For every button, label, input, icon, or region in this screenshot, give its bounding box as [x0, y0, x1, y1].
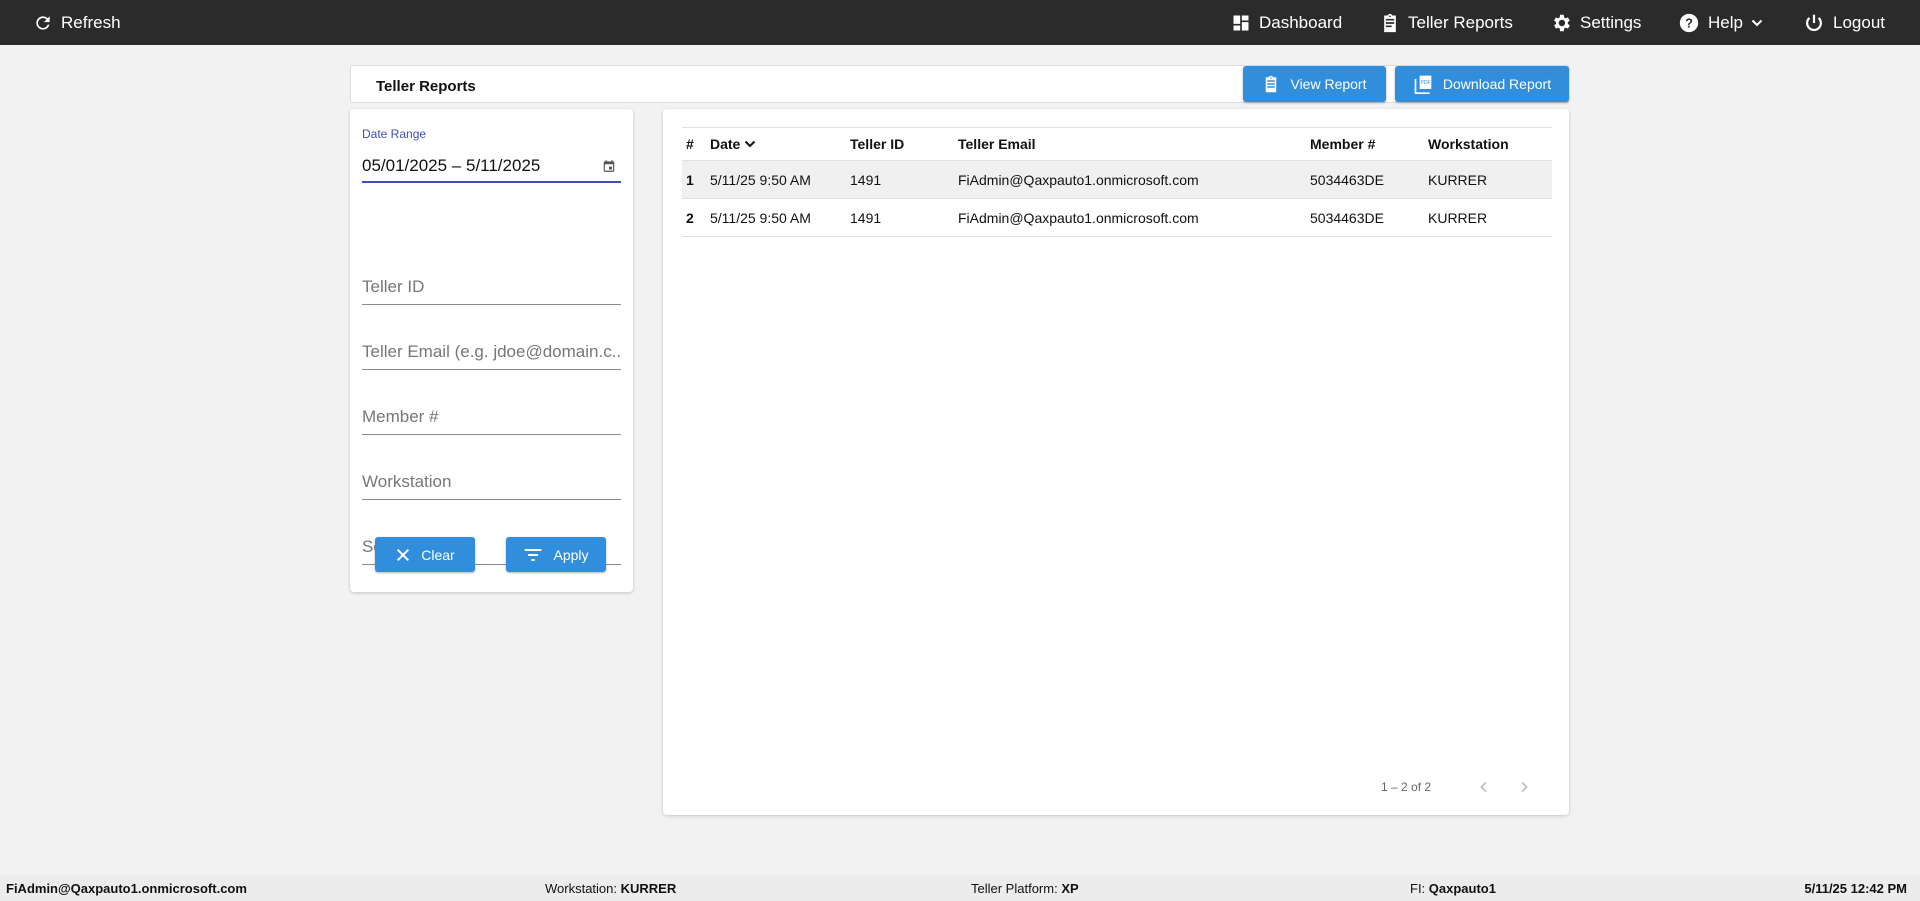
- footer-workstation-value: KURRER: [620, 881, 677, 896]
- date-range-field[interactable]: 05/01/2025 – 5/11/2025: [362, 145, 621, 183]
- col-date-label: Date: [710, 136, 741, 152]
- clipboard-icon: [1266, 75, 1277, 93]
- button-label: View Report: [1290, 76, 1367, 92]
- footer-fi-value: Qaxpauto1: [1428, 881, 1496, 896]
- button-label: Clear: [421, 546, 455, 563]
- nav-label: Logout: [1833, 12, 1885, 32]
- help-icon: ?: [1679, 13, 1699, 32]
- view-report-button[interactable]: View Report: [1243, 66, 1386, 102]
- col-index: #: [682, 127, 706, 161]
- cell-teller-email: FiAdmin@Qaxpauto1.onmicrosoft.com: [954, 198, 1306, 237]
- col-teller-email[interactable]: Teller Email: [954, 127, 1306, 161]
- previous-page-icon[interactable]: [1476, 779, 1492, 795]
- close-icon: [397, 548, 410, 561]
- table-header: # Date Teller ID Teller Email Member # W…: [682, 127, 1552, 161]
- nav-logout[interactable]: Logout: [1803, 0, 1885, 45]
- footer-platform: Teller Platform: XP: [971, 881, 1079, 896]
- cell-member: 5034463DE: [1306, 198, 1424, 237]
- workstation-input[interactable]: [362, 466, 621, 492]
- table-row[interactable]: 2 5/11/25 9:50 AM 1491 FiAdmin@Qaxpauto1.on…: [682, 198, 1552, 237]
- cell-date: 5/11/25 9:50 AM: [706, 160, 846, 199]
- footer-workstation: Workstation: KURRER: [545, 881, 676, 896]
- nav-dashboard[interactable]: Dashboard: [1231, 0, 1342, 45]
- teller-id-field[interactable]: [362, 271, 621, 305]
- pagination-range: 1 – 2 of 2: [1381, 780, 1432, 794]
- cell-teller-email: FiAdmin@Qaxpauto1.onmicrosoft.com: [954, 160, 1306, 199]
- nav-teller-reports[interactable]: Teller Reports: [1380, 0, 1513, 45]
- refresh-icon: [36, 15, 50, 30]
- footer-user: FiAdmin@Qaxpauto1.onmicrosoft.com: [6, 881, 247, 896]
- clear-button[interactable]: Clear: [375, 537, 475, 572]
- button-label: Download Report: [1442, 76, 1552, 92]
- cell-date: 5/11/25 9:50 AM: [706, 198, 846, 237]
- refresh-button[interactable]: Refresh: [33, 0, 121, 45]
- cell-teller-id: 1491: [846, 160, 954, 199]
- results-panel: # Date Teller ID Teller Email Member # W…: [663, 109, 1569, 815]
- footer-platform-label: Teller Platform:: [971, 881, 1062, 896]
- gear-icon: [1554, 14, 1570, 31]
- results-table: # Date Teller ID Teller Email Member # W…: [682, 127, 1552, 237]
- chevron-down-icon: [1751, 19, 1763, 26]
- dashboard-icon: [1233, 15, 1249, 30]
- filter-icon: [525, 548, 542, 561]
- nav-label: Teller Reports: [1408, 12, 1513, 32]
- cell-teller-id: 1491: [846, 198, 954, 237]
- button-label: Apply: [553, 546, 589, 563]
- filter-panel: Date Range 05/01/2025 – 5/11/2025 Clear …: [350, 109, 633, 592]
- workstation-field[interactable]: [362, 466, 621, 500]
- chevron-down-icon: [745, 140, 756, 148]
- nav-settings[interactable]: Settings: [1550, 0, 1641, 45]
- col-teller-id[interactable]: Teller ID: [846, 127, 954, 161]
- power-icon: [1806, 14, 1822, 31]
- cell-workstation: KURRER: [1424, 198, 1552, 237]
- teller-email-field[interactable]: [362, 336, 621, 370]
- refresh-label: Refresh: [61, 12, 121, 32]
- date-range-value: 05/01/2025 – 5/11/2025: [362, 156, 541, 175]
- date-range-label: Date Range: [362, 127, 427, 141]
- nav-label: Help: [1708, 12, 1743, 32]
- cell-member: 5034463DE: [1306, 160, 1424, 199]
- nav-help[interactable]: ? Help: [1678, 0, 1763, 45]
- apply-button[interactable]: Apply: [506, 537, 606, 572]
- col-date[interactable]: Date: [706, 127, 846, 161]
- footer-fi: FI: Qaxpauto1: [1410, 881, 1496, 896]
- clipboard-icon: [1384, 13, 1396, 32]
- nav-label: Dashboard: [1259, 12, 1343, 32]
- col-workstation[interactable]: Workstation: [1424, 127, 1552, 161]
- footer-platform-value: XP: [1061, 881, 1079, 896]
- teller-email-input[interactable]: [362, 336, 621, 362]
- member-field[interactable]: [362, 401, 621, 435]
- next-page-icon[interactable]: [1516, 779, 1532, 795]
- member-input[interactable]: [362, 401, 621, 427]
- cell-index: 2: [682, 198, 706, 237]
- pdf-icon: PDF: [1414, 75, 1432, 94]
- footer-fi-label: FI:: [1410, 881, 1429, 896]
- cell-workstation: KURRER: [1424, 160, 1552, 199]
- col-member[interactable]: Member #: [1306, 127, 1424, 161]
- table-row[interactable]: 1 5/11/25 9:50 AM 1491 FiAdmin@Qaxpauto1.on…: [682, 160, 1552, 199]
- page-header: Teller Reports: [350, 65, 1569, 103]
- cell-index: 1: [682, 160, 706, 199]
- svg-text:?: ?: [1685, 15, 1693, 30]
- calendar-icon[interactable]: [602, 159, 616, 173]
- nav-label: Settings: [1580, 12, 1642, 32]
- svg-text:PDF: PDF: [1420, 80, 1430, 86]
- footer-workstation-label: Workstation:: [545, 881, 621, 896]
- status-bar: FiAdmin@Qaxpauto1.onmicrosoft.com Workst…: [0, 875, 1920, 901]
- top-bar: Refresh Dashboard Teller Reports Setting…: [0, 0, 1920, 45]
- footer-datetime: 5/11/25 12:42 PM: [1804, 881, 1907, 896]
- teller-id-input[interactable]: [362, 271, 621, 297]
- page-title: Teller Reports: [376, 78, 476, 95]
- download-report-button[interactable]: PDF Download Report: [1395, 66, 1569, 102]
